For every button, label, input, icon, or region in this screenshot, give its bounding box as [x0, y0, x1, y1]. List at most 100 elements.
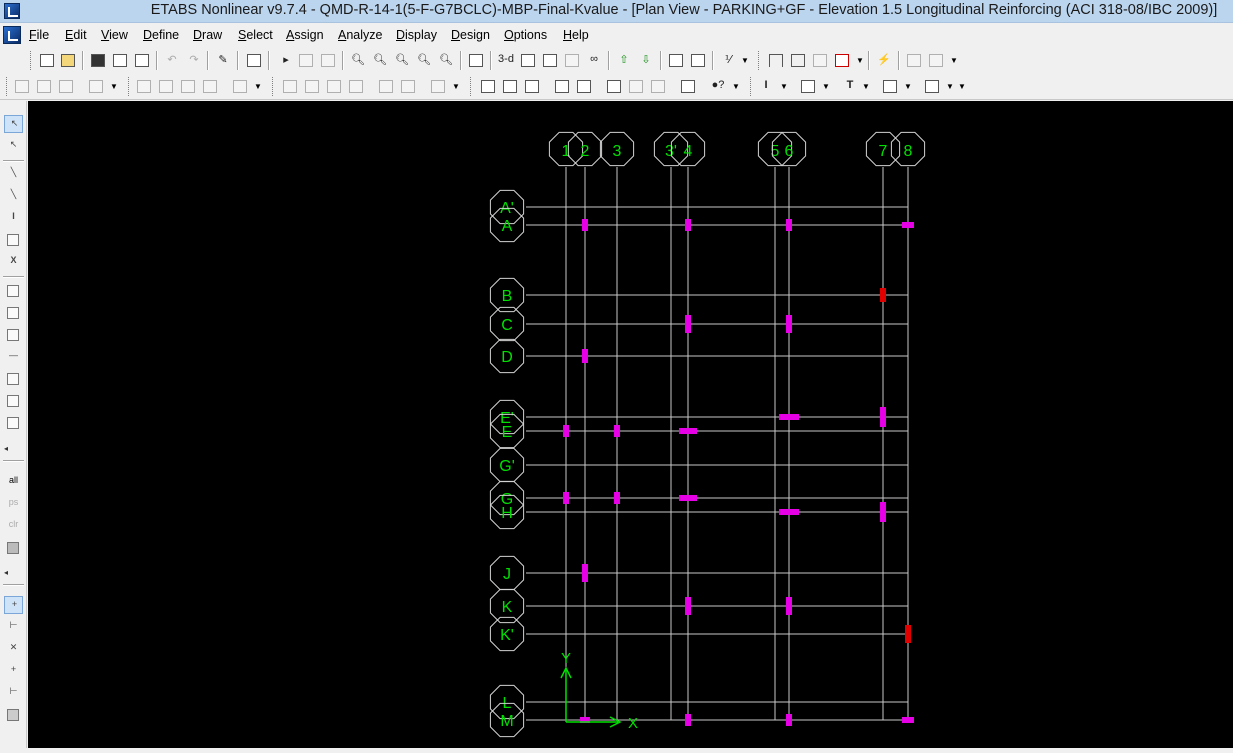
menu-view[interactable]: View [101, 28, 128, 42]
rotate-3d-icon[interactable] [562, 51, 582, 70]
zoom-out-icon[interactable]: 🔍︎ [436, 51, 456, 70]
step-icon[interactable] [296, 51, 316, 70]
menu-display[interactable]: Display [396, 28, 437, 42]
snap-perpendicular-icon[interactable]: + [4, 662, 23, 680]
section-icon[interactable]: I [756, 77, 776, 96]
display-info-icon[interactable]: ●? [708, 77, 728, 96]
menu-draw[interactable]: Draw [193, 28, 222, 42]
show-mode-shape-icon[interactable] [552, 77, 572, 96]
select-all-button[interactable]: all [4, 473, 23, 491]
open-icon[interactable] [58, 51, 78, 70]
create-areas-icon[interactable] [4, 326, 23, 344]
chevron-down-icon[interactable]: ▼ [732, 80, 740, 94]
chevron-down-icon[interactable]: ▼ [780, 80, 788, 94]
chevron-down-icon[interactable]: ▼ [856, 54, 864, 68]
menu-edit[interactable]: Edit [65, 28, 87, 42]
draw-wall-icon[interactable] [832, 51, 852, 70]
replicate-icon[interactable] [12, 77, 32, 96]
show-loads-icon[interactable] [500, 77, 520, 96]
draw-brace-icon[interactable] [810, 51, 830, 70]
draw-wall-object-icon[interactable]: — [4, 348, 23, 366]
show-stress-icon[interactable] [604, 77, 624, 96]
chevron-down-icon[interactable]: ▼ [741, 54, 749, 68]
draw-beams-icon[interactable] [4, 231, 23, 249]
lock-icon[interactable] [244, 51, 264, 70]
draw-windows-icon[interactable] [4, 392, 23, 410]
chevron-down-icon[interactable]: ▼ [904, 80, 912, 94]
toolbar-grip[interactable] [30, 51, 33, 70]
draw-rectangular-area-icon[interactable] [4, 304, 23, 322]
start-design-icon[interactable] [904, 51, 924, 70]
chevron-down-icon[interactable]: ▼ [110, 80, 118, 94]
beam-section-icon[interactable]: T [840, 77, 860, 96]
restore-previous-zoom-icon[interactable]: 🔍︎ [392, 51, 412, 70]
set-display-options-icon[interactable] [688, 51, 708, 70]
snap-line-ends-icon[interactable]: ⊢ [4, 618, 23, 636]
draw-doors-icon[interactable] [4, 414, 23, 432]
draw-brace-object-icon[interactable]: ╲ [4, 187, 23, 205]
pencil-icon[interactable]: ✎ [213, 51, 233, 70]
chevron-left-icon[interactable]: ◂ [4, 568, 8, 577]
assign-load-icon[interactable] [428, 77, 448, 96]
plan-view-drawing[interactable]: 1 2 3 3' 4 5 6 7 8A'ABCDE'EG'GHJKK'LMYX [28, 101, 1233, 748]
document-window-icon[interactable] [3, 26, 21, 44]
draw-line-icon[interactable] [766, 51, 786, 70]
snap-lines-edges-icon[interactable]: ⊢ [4, 684, 23, 702]
snap-grid-intersection-icon[interactable]: + [4, 596, 23, 614]
assign-spandrel-icon[interactable] [398, 77, 418, 96]
show-deformed-icon[interactable] [522, 77, 542, 96]
menu-design[interactable]: Design [451, 28, 490, 42]
move-icon[interactable] [34, 77, 54, 96]
show-energy-icon[interactable] [626, 77, 646, 96]
toolbar-grip[interactable] [128, 77, 131, 96]
draw-area-icon[interactable] [4, 282, 23, 300]
assign-joint-restraint-icon[interactable] [280, 77, 300, 96]
zoom-in-icon[interactable]: 🔍︎ [414, 51, 434, 70]
slab-section-icon[interactable] [880, 77, 900, 96]
chevron-down-icon[interactable]: ▼ [950, 54, 958, 68]
run-analysis-icon[interactable]: ▸ [276, 51, 296, 70]
mirror-icon[interactable] [56, 77, 76, 96]
assign-shell-icon[interactable] [230, 77, 250, 96]
move-down-icon[interactable]: ⇩ [636, 51, 656, 70]
undo-icon[interactable]: ↶ [162, 51, 182, 70]
chevron-down-icon[interactable]: ▼ [452, 80, 460, 94]
assign-frame-hinge-icon[interactable] [200, 77, 220, 96]
chevron-down-icon[interactable]: ▼ [862, 80, 870, 94]
chevron-down-icon[interactable]: ▼ [958, 80, 966, 94]
save-icon[interactable] [88, 51, 108, 70]
run-lightning-icon[interactable]: ⚡ [874, 51, 894, 70]
assign-diaphragm-icon[interactable] [302, 77, 322, 96]
print-tables-icon[interactable] [132, 51, 152, 70]
menu-file[interactable]: File [29, 28, 49, 42]
menu-select[interactable]: Select [238, 28, 273, 42]
show-tables-icon[interactable] [678, 77, 698, 96]
show-undeformed-icon[interactable] [478, 77, 498, 96]
wall-section-icon[interactable] [922, 77, 942, 96]
elevation-view-icon[interactable] [540, 51, 560, 70]
draw-braces-icon[interactable]: X [4, 253, 23, 271]
menu-assign[interactable]: Assign [286, 28, 324, 42]
toolbar-grip[interactable] [6, 77, 9, 96]
design-options-icon[interactable] [926, 51, 946, 70]
draw-wall-panel-icon[interactable] [4, 370, 23, 388]
assign-area-mesh-icon[interactable] [324, 77, 344, 96]
animate-icon[interactable] [318, 51, 338, 70]
area-section-icon[interactable] [798, 77, 818, 96]
new-model-icon[interactable] [37, 51, 57, 70]
draw-beam-icon[interactable] [788, 51, 808, 70]
menu-define[interactable]: Define [143, 28, 179, 42]
chevron-down-icon[interactable]: ▼ [946, 80, 954, 94]
assign-frame-load-icon[interactable] [178, 77, 198, 96]
plan-view-canvas[interactable]: 1 2 3 3' 4 5 6 7 8 A' A B C D E' E G' G H J K K' L M Y X [28, 101, 1233, 748]
intersecting-line-select-icon[interactable] [4, 539, 23, 557]
pan-icon[interactable] [466, 51, 486, 70]
menu-help[interactable]: Help [563, 28, 589, 42]
draw-column-icon[interactable]: I [4, 209, 23, 227]
assign-frame-section-icon[interactable] [134, 77, 154, 96]
show-member-forces-icon[interactable] [574, 77, 594, 96]
view-3d-button[interactable]: 3-d [496, 51, 516, 70]
assign-pier-icon[interactable] [376, 77, 396, 96]
snap-intersections-icon[interactable]: ✕ [4, 640, 23, 658]
menu-options[interactable]: Options [504, 28, 547, 42]
